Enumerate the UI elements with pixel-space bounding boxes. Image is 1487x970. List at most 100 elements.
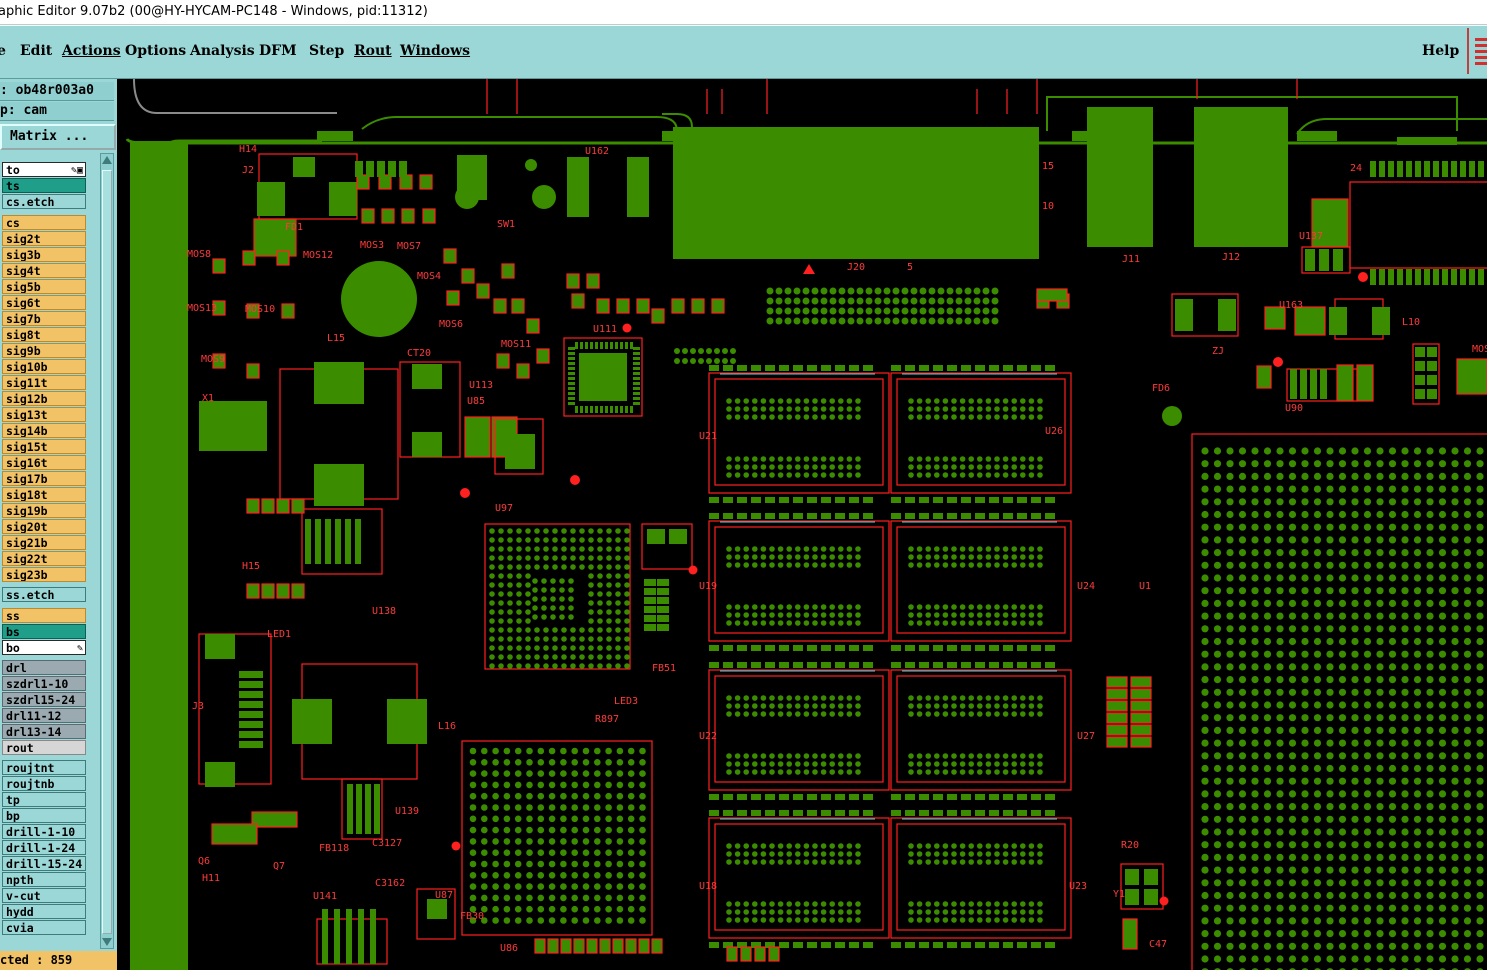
layer-sig15t[interactable]: sig15t bbox=[2, 439, 86, 454]
layer-sig2t[interactable]: sig2t bbox=[2, 231, 86, 246]
bga-ball bbox=[1288, 879, 1297, 887]
smd-pad bbox=[919, 645, 929, 651]
menu-actions[interactable]: Actions bbox=[62, 43, 121, 59]
pcb-canvas[interactable]: H14 J2 FD1 SW1 U162 MOS8 MOS12 MOS3 MOS7 MOS13 MOS… bbox=[117, 79, 1487, 970]
layer-sig8t[interactable]: sig8t bbox=[2, 327, 86, 342]
bga-ball bbox=[1276, 917, 1284, 925]
bga-ball bbox=[1251, 841, 1259, 849]
layer-sig13t[interactable]: sig13t bbox=[2, 407, 86, 422]
layer-bs[interactable]: bs bbox=[2, 624, 86, 639]
smd-pad bbox=[793, 513, 803, 519]
layer-sig6t[interactable]: sig6t bbox=[2, 295, 86, 310]
layer-rout[interactable]: rout bbox=[2, 740, 86, 755]
layer-sig17b[interactable]: sig17b bbox=[2, 471, 86, 486]
header-pin bbox=[706, 348, 712, 354]
layer-sig12b[interactable]: sig12b bbox=[2, 391, 86, 406]
bga-ball bbox=[1376, 930, 1384, 938]
layer-szdrl1-10[interactable]: szdrl1-10 bbox=[2, 676, 86, 691]
bga-ball bbox=[1263, 447, 1272, 455]
layer-roujtnt[interactable]: roujtnt bbox=[2, 760, 86, 775]
smd-pad bbox=[374, 784, 380, 834]
layer-drl11-12[interactable]: drl11-12 bbox=[2, 708, 86, 723]
layer-bo[interactable]: bo ✎ bbox=[2, 640, 86, 655]
layer-ss-etch[interactable]: ss.etch bbox=[2, 587, 86, 602]
menu-options[interactable]: Options bbox=[125, 43, 186, 59]
layer-bp[interactable]: bp bbox=[2, 808, 86, 823]
matrix-button[interactable]: Matrix ... bbox=[0, 124, 116, 150]
bga-ball bbox=[769, 703, 775, 709]
header-pin bbox=[865, 317, 873, 325]
scroll-down-icon[interactable] bbox=[102, 938, 112, 946]
layer-name: ts bbox=[6, 179, 20, 193]
layer-hydd[interactable]: hydd bbox=[2, 904, 86, 919]
layer-sig10b[interactable]: sig10b bbox=[2, 359, 86, 374]
menu-step[interactable]: Step bbox=[309, 43, 344, 59]
menu-rout[interactable]: Rout bbox=[354, 43, 392, 59]
layer-cs[interactable]: cs bbox=[2, 215, 86, 230]
layer-name: sig17b bbox=[6, 472, 48, 486]
layer-ts[interactable]: ts bbox=[2, 178, 86, 193]
bga-ball bbox=[492, 759, 499, 766]
layer-sig18t[interactable]: sig18t bbox=[2, 487, 86, 502]
bga-ball bbox=[760, 851, 767, 857]
bga-ball bbox=[1263, 866, 1272, 874]
toolbox-toggle-icon[interactable] bbox=[1467, 28, 1487, 74]
layer-sig14b[interactable]: sig14b bbox=[2, 423, 86, 438]
bga-ball bbox=[1251, 447, 1259, 455]
bga-ball bbox=[1301, 815, 1309, 823]
bga-ball bbox=[606, 564, 612, 570]
bga-ball bbox=[1438, 866, 1447, 874]
layer-drl13-14[interactable]: drl13-14 bbox=[2, 724, 86, 739]
layer-cs-etch[interactable]: cs.etch bbox=[2, 194, 86, 209]
bga-ball bbox=[786, 711, 792, 717]
layer-drill-15-24[interactable]: drill-15-24 bbox=[2, 856, 86, 871]
layer-sig3b[interactable]: sig3b bbox=[2, 247, 86, 262]
menu-dfm[interactable]: DFM bbox=[259, 43, 297, 59]
layer-sig16t[interactable]: sig16t bbox=[2, 455, 86, 470]
layer-sig20t[interactable]: sig20t bbox=[2, 519, 86, 534]
layer-drill-1-24[interactable]: drill-1-24 bbox=[2, 840, 86, 855]
layer-v-cut[interactable]: v-cut bbox=[2, 888, 86, 903]
layer-cvia[interactable]: cvia bbox=[2, 920, 86, 935]
menu-file[interactable]: e bbox=[0, 43, 6, 59]
menu-edit[interactable]: Edit bbox=[20, 43, 52, 59]
bga-ball bbox=[925, 414, 931, 420]
layer-sig9b[interactable]: sig9b bbox=[2, 343, 86, 358]
bga-ball bbox=[1376, 841, 1384, 849]
layer-tp[interactable]: tp bbox=[2, 792, 86, 807]
bga-ball bbox=[959, 406, 966, 412]
layer-sig11t[interactable]: sig11t bbox=[2, 375, 86, 390]
bga-ball bbox=[1363, 726, 1372, 735]
layer-ss[interactable]: ss bbox=[2, 608, 86, 623]
layer-npth[interactable]: npth bbox=[2, 872, 86, 887]
bga-ball bbox=[560, 917, 567, 924]
layer-drl[interactable]: drl bbox=[2, 660, 86, 675]
bga-ball bbox=[916, 703, 923, 709]
header-pin bbox=[802, 297, 810, 305]
layer-sig22t[interactable]: sig22t bbox=[2, 551, 86, 566]
smd-pad bbox=[1372, 307, 1390, 335]
bga-ball bbox=[1028, 753, 1035, 759]
scroll-up-icon[interactable] bbox=[102, 156, 112, 164]
layer-sig7b[interactable]: sig7b bbox=[2, 311, 86, 326]
bga-ball bbox=[1301, 460, 1309, 468]
bga-ball bbox=[968, 711, 974, 717]
layer-sig21b[interactable]: sig21b bbox=[2, 535, 86, 550]
layer-sig4t[interactable]: sig4t bbox=[2, 263, 86, 278]
menu-help[interactable]: Help bbox=[1422, 43, 1459, 59]
bga-ball bbox=[481, 770, 488, 777]
scrollbar-thumb[interactable] bbox=[102, 170, 112, 934]
layer-to[interactable]: to ✎▣ bbox=[2, 162, 86, 177]
layer-szdrl15-24[interactable]: szdrl15-24 bbox=[2, 692, 86, 707]
menu-windows[interactable]: Windows bbox=[400, 43, 470, 59]
pad bbox=[1397, 137, 1457, 145]
menu-analysis[interactable]: Analysis bbox=[190, 43, 255, 59]
layer-sig23b[interactable]: sig23b bbox=[2, 567, 86, 582]
layer-roujtnb[interactable]: roujtnb bbox=[2, 776, 86, 791]
bga-ball bbox=[934, 604, 940, 610]
layer-drill-1-10[interactable]: drill-1-10 bbox=[2, 824, 86, 839]
layer-sig19b[interactable]: sig19b bbox=[2, 503, 86, 518]
layer-sig5b[interactable]: sig5b bbox=[2, 279, 86, 294]
layer-list-scrollbar[interactable] bbox=[100, 153, 114, 949]
smd-pad bbox=[615, 406, 618, 413]
